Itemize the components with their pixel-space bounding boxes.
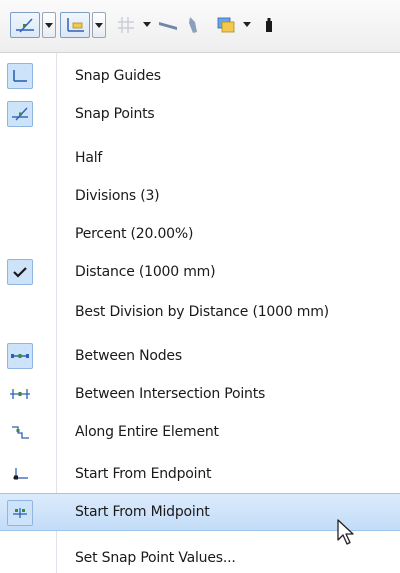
snap-points-menu: Snap Guides Snap Points Half Divisions (…	[0, 53, 400, 573]
menu-item-start-endpoint[interactable]: Start From Endpoint	[0, 455, 400, 493]
start-midpoint-check	[7, 500, 33, 526]
menu-item-snap-guides[interactable]: Snap Guides	[0, 57, 400, 95]
distance-check	[7, 259, 33, 285]
mouse-cursor-icon	[337, 519, 354, 545]
menu-item-label: Distance (1000 mm)	[75, 264, 216, 280]
menu-item-label: Between Intersection Points	[75, 386, 266, 402]
slope-toolbar-button[interactable]	[157, 14, 179, 36]
slope-line-icon	[159, 22, 177, 30]
menu-item-between-intersections[interactable]: Between Intersection Points	[0, 375, 400, 413]
menu-item-divisions[interactable]: Divisions (3)	[0, 177, 400, 215]
menu-item-label: Percent (20.00%)	[75, 226, 194, 242]
menu-item-half[interactable]: Half	[0, 139, 400, 177]
app-root: Snap Guides Snap Points Half Divisions (…	[0, 0, 400, 573]
chevron-down-icon	[45, 22, 53, 28]
menu-item-label: Along Entire Element	[75, 424, 219, 440]
checkmark-icon	[13, 267, 27, 278]
grid-toolbar-button[interactable]	[115, 14, 137, 36]
between-nodes-check	[7, 343, 33, 369]
menu-item-label: Half	[75, 150, 103, 166]
menu-item-snap-points[interactable]: Snap Points	[0, 95, 400, 133]
menu-item-label: Best Division by Distance (1000 mm)	[75, 304, 329, 320]
start-endpoint-slot	[7, 461, 33, 487]
between-intersections-slot	[7, 381, 33, 407]
menu-item-between-nodes[interactable]: Between Nodes	[0, 337, 400, 375]
snap-guides-dropdown-button[interactable]	[92, 12, 106, 38]
chevron-down-icon	[95, 22, 103, 28]
along-element-slot	[7, 419, 33, 445]
snap-points-check	[7, 101, 33, 127]
menu-item-distance[interactable]: Distance (1000 mm)	[0, 253, 400, 291]
menu-item-label: Start From Endpoint	[75, 466, 212, 482]
layers-toolbar-button[interactable]	[215, 14, 237, 36]
snap-guides-icon	[13, 70, 27, 82]
snap-points-icon	[16, 18, 34, 33]
between-intersections-icon	[10, 389, 30, 399]
menu-item-along-element[interactable]: Along Entire Element	[0, 413, 400, 451]
menu-item-label: Divisions (3)	[75, 188, 160, 204]
menu-item-label: Set Snap Point Values...	[75, 550, 236, 566]
menu-item-label: Start From Midpoint	[75, 504, 210, 520]
marker-toolbar-button[interactable]	[258, 14, 280, 36]
pen-toolbar-button[interactable]	[182, 14, 204, 36]
layers-icon	[217, 17, 235, 33]
grid-icon	[118, 17, 134, 33]
start-endpoint-icon	[13, 468, 28, 480]
along-element-icon	[12, 426, 29, 439]
start-midpoint-icon	[13, 508, 27, 518]
snap-toolbar	[0, 0, 400, 53]
snap-points-toolbar-button[interactable]	[10, 12, 40, 38]
snap-points-dropdown-button[interactable]	[42, 12, 56, 38]
grid-dropdown-button[interactable]	[143, 22, 151, 27]
menu-item-label: Between Nodes	[75, 348, 182, 364]
between-nodes-icon	[11, 354, 29, 358]
snap-guides-toolbar-button[interactable]	[60, 12, 90, 38]
menu-item-label: Snap Guides	[75, 68, 161, 84]
layers-dropdown-button[interactable]	[243, 22, 251, 27]
marker-icon	[266, 18, 272, 32]
snap-guides-icon	[67, 18, 84, 32]
snap-guides-check	[7, 63, 33, 89]
chevron-down-icon	[143, 22, 151, 27]
menu-item-percent[interactable]: Percent (20.00%)	[0, 215, 400, 253]
snap-points-icon	[12, 107, 28, 121]
chevron-down-icon	[243, 22, 251, 27]
pen-icon	[189, 17, 197, 33]
menu-item-best-division[interactable]: Best Division by Distance (1000 mm)	[0, 293, 400, 331]
menu-item-label: Snap Points	[75, 106, 155, 122]
